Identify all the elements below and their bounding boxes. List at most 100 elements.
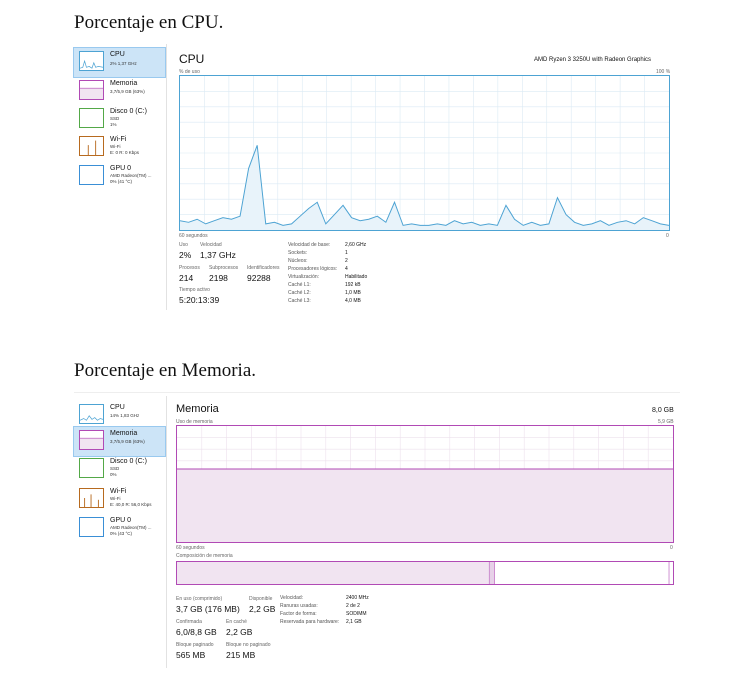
detail-value: 2 de 2 — [346, 603, 360, 609]
detail-value: SODIMM — [346, 611, 367, 617]
composition-label: Composición de memoria — [176, 553, 233, 559]
speed-value: 1,37 GHz — [200, 250, 236, 260]
page-title: CPU — [179, 52, 205, 66]
memory-composition-bar — [176, 561, 674, 585]
committed-value: 6,0/8,8 GB — [176, 627, 217, 637]
sidebar-item-detail: 3,7/5,9 GB (63%) — [110, 89, 145, 94]
uptime-label: Tiempo activo — [179, 287, 210, 293]
gpu-graph-thumb-icon — [79, 165, 104, 185]
section-divider — [74, 392, 680, 393]
sidebar-item-wifi[interactable]: Wi-Fi Wi-Fi E: 40,0 R: 56,0 Kbps — [74, 485, 165, 514]
cpu-graph-thumb-icon — [79, 51, 104, 71]
memory-section-heading: Porcentaje en Memoria. — [74, 360, 257, 381]
available-value: 2,2 GB — [249, 604, 276, 614]
sidebar-item-gpu[interactable]: GPU 0 AMD Radeon(TM) ... 0% (41 °C) — [74, 162, 165, 191]
in-use-value: 3,7 GB (176 MB) — [176, 604, 240, 614]
threads-value: 2198 — [209, 273, 228, 283]
sidebar-item-detail: E: 40,0 R: 56,0 Kbps — [110, 502, 152, 507]
sidebar-item-label: GPU 0 — [110, 517, 132, 524]
detail-key: Procesadores lógicos: — [288, 266, 338, 272]
disk-graph-thumb-icon — [79, 108, 104, 128]
sidebar-item-disk[interactable]: Disco 0 (C:) SSD 0% — [74, 455, 165, 484]
detail-value: 4 — [345, 266, 348, 272]
cached-label: En caché — [226, 619, 247, 625]
detail-value: 1 — [345, 250, 348, 256]
sidebar-item-label: Memoria — [110, 80, 138, 87]
detail-value: 2400 MHz — [346, 595, 369, 601]
sidebar-divider — [166, 396, 167, 668]
sidebar-item-disk[interactable]: Disco 0 (C:) SSD 1% — [74, 105, 165, 134]
sidebar-item-detail: 0% — [110, 472, 117, 477]
sidebar-item-label: CPU — [110, 404, 125, 411]
sidebar-item-wifi[interactable]: Wi-Fi Wi-Fi E: 0 R: 0 Kbps — [74, 133, 165, 162]
sidebar-divider — [166, 44, 167, 310]
cpu-model-name: AMD Ryzen 3 3250U with Radeon Graphics — [534, 57, 652, 63]
sidebar-item-label: GPU 0 — [110, 165, 132, 172]
composition-modified — [489, 562, 495, 584]
handles-value: 92288 — [247, 273, 271, 283]
detail-value: 2 — [345, 258, 348, 264]
detail-value: 4,0 MB — [345, 298, 361, 304]
processes-label: Procesos — [179, 265, 200, 271]
task-manager-cpu-screenshot: CPU 2% 1,37 GHz Memoria 3,7/5,9 GB (63%)… — [73, 44, 674, 312]
detail-key: Caché L1: — [288, 282, 311, 288]
memory-graph-thumb-icon — [79, 80, 104, 100]
available-label: Disponible — [249, 596, 273, 602]
detail-key: Caché L2: — [288, 290, 311, 296]
sidebar-item-memory[interactable]: Memoria 3,7/5,9 GB (63%) — [73, 426, 166, 457]
sidebar-item-detail: E: 0 R: 0 Kbps — [110, 150, 140, 155]
sidebar-item-detail: 3,7/5,9 GB (63%) — [110, 439, 145, 444]
sidebar-item-label: Wi-Fi — [110, 488, 127, 495]
detail-value: 1,0 MB — [345, 290, 361, 296]
nonpaged-pool-label: Bloque no paginado — [226, 642, 271, 648]
committed-label: Confirmada — [176, 619, 202, 625]
sidebar-item-label: Wi-Fi — [110, 136, 127, 143]
detail-value: Habilitado — [345, 274, 368, 280]
detail-value: 2,60 GHz — [345, 242, 367, 248]
nonpaged-pool-value: 215 MB — [226, 650, 256, 660]
sidebar-item-label: Disco 0 (C:) — [110, 458, 147, 465]
threads-label: Subprocesos — [209, 265, 239, 271]
sidebar-item-label: Memoria — [110, 430, 138, 437]
sidebar-item-memory[interactable]: Memoria 3,7/5,9 GB (63%) — [74, 77, 165, 106]
composition-in-use — [177, 562, 490, 584]
memory-total: 8,0 GB — [652, 407, 674, 414]
memory-usage-area — [177, 468, 673, 542]
graph-time-label: 60 segundos — [176, 545, 205, 551]
cached-value: 2,2 GB — [226, 627, 253, 637]
cpu-section-heading: Porcentaje en CPU. — [74, 12, 224, 33]
sidebar-item-detail: 1% — [110, 122, 117, 127]
sidebar-item-gpu[interactable]: GPU 0 AMD Radeon(TM) ... 0% (43 °C) — [74, 514, 165, 543]
sidebar-item-cpu[interactable]: CPU 14% 1,83 GHz — [74, 401, 165, 430]
cpu-usage-graph — [179, 75, 670, 231]
wifi-graph-thumb-icon — [79, 136, 104, 156]
uptime-value: 5:20:13:39 — [179, 295, 220, 305]
detail-value: 2,1 GB — [346, 619, 362, 625]
detail-key: Velocidad de base: — [288, 242, 331, 248]
detail-value: 192 kB — [345, 282, 361, 288]
in-use-label: En uso (comprimido) — [176, 596, 223, 602]
detail-key: Núcleos: — [288, 258, 308, 264]
paged-pool-label: Bloque paginado — [176, 642, 214, 648]
sidebar-item-label: Disco 0 (C:) — [110, 108, 147, 115]
wifi-graph-thumb-icon — [79, 488, 104, 508]
memory-usage-graph — [176, 425, 674, 543]
graph-time-end: 0 — [666, 233, 669, 239]
sidebar-item-label: CPU — [110, 51, 125, 58]
gpu-graph-thumb-icon — [79, 517, 104, 537]
usage-value: 2% — [179, 250, 192, 260]
sidebar-item-detail: 2% 1,37 GHz — [110, 61, 137, 66]
detail-key: Factor de forma: — [280, 611, 317, 617]
processes-value: 214 — [179, 273, 194, 283]
memory-graph-thumb-icon — [79, 430, 104, 450]
sidebar-item-cpu[interactable]: CPU 2% 1,37 GHz — [73, 47, 166, 78]
detail-key: Reservada para hardware: — [280, 619, 340, 625]
speed-label: Velocidad — [200, 242, 222, 248]
detail-key: Virtualización: — [288, 274, 320, 280]
handles-label: Identificadores — [247, 265, 280, 271]
detail-key: Velocidad: — [280, 595, 304, 601]
detail-key: Caché L3: — [288, 298, 311, 304]
usage-label: Uso — [179, 242, 188, 248]
sidebar-item-detail: 0% (41 °C) — [110, 179, 133, 184]
detail-key: Sockets: — [288, 250, 308, 256]
